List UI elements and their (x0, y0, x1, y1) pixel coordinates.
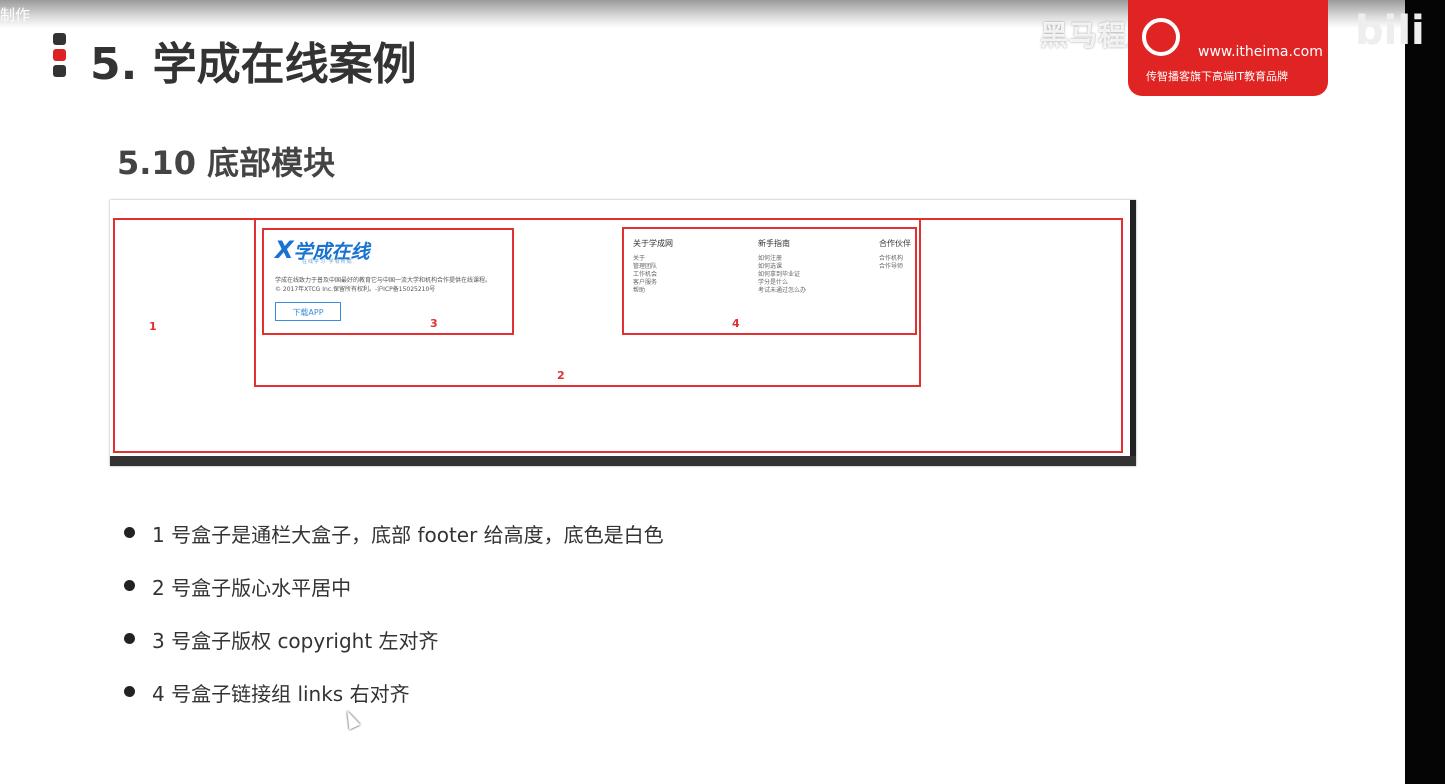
bullet-dot-icon (124, 633, 135, 644)
bullet-text: 1 号盒子是通栏大盒子，底部 footer 给高度，底色是白色 (152, 523, 664, 547)
download-app-button[interactable]: 下载APP (275, 302, 341, 321)
bullet-dot-icon (124, 580, 135, 591)
link-group-about: 关于学成网 关于 管理团队 工作机会 客户服务 帮助 (633, 238, 673, 295)
brand-badge: www.itheima.com 传智播客旗下高端IT教育品牌 (1128, 0, 1328, 96)
mockup-bottom-bar (110, 456, 1136, 466)
bullet-text: 4 号盒子链接组 links 右对齐 (152, 682, 410, 706)
box-2-number: 2 (557, 369, 565, 382)
link-group-heading: 新手指南 (758, 239, 790, 248)
link-item[interactable]: 学分是什么 (758, 279, 806, 287)
link-item[interactable]: 合作导师 (879, 263, 911, 271)
box-4-number: 4 (732, 317, 740, 330)
link-item[interactable]: 合作机构 (879, 255, 911, 263)
brand-site: www.itheima.com (1198, 44, 1323, 60)
right-black-strip (1405, 0, 1445, 784)
link-item[interactable]: 帮助 (633, 287, 673, 295)
mouse-cursor-icon (341, 708, 361, 730)
link-item[interactable]: 管理团队 (633, 263, 673, 271)
slide-subtitle: 5.10 底部模块 (117, 144, 336, 182)
link-item[interactable]: 如何注册 (758, 255, 806, 263)
bullet-text: 2 号盒子版心水平居中 (152, 576, 352, 600)
link-group-heading: 关于学成网 (633, 239, 673, 248)
bili-mark: bili (1355, 8, 1425, 54)
corner-label: 制作 (0, 6, 31, 24)
link-group-heading: 合作伙伴 (879, 239, 911, 248)
link-item[interactable]: 如何选课 (758, 263, 806, 271)
copyright-line-1: 学成在线致力于普及中国最好的教育它与中国一流大学和机构合作提供在线课程。 (275, 277, 492, 284)
link-item[interactable]: 如何拿到毕业证 (758, 271, 806, 279)
bullet-dot-icon (124, 527, 135, 538)
link-item[interactable]: 考试未通过怎么办 (758, 287, 806, 295)
mockup-scrollbar (1130, 200, 1136, 466)
link-item[interactable]: 关于 (633, 255, 673, 263)
logo-tagline: 在线学习·学有所成 (302, 259, 353, 265)
link-item[interactable]: 工作机会 (633, 271, 673, 279)
bullet-text: 3 号盒子版权 copyright 左对齐 (152, 629, 439, 653)
link-group-partners: 合作伙伴 合作机构 合作导师 (879, 238, 911, 271)
brand-slogan: 传智播客旗下高端IT教育品牌 (1146, 70, 1288, 83)
box-3-number: 3 (430, 317, 438, 330)
copyright-text: 学成在线致力于普及中国最好的教育它与中国一流大学和机构合作提供在线课程。 © 2… (275, 276, 510, 294)
brand-logo-icon (1142, 18, 1180, 56)
slide-title: 5. 学成在线案例 (90, 39, 417, 90)
copyright-line-2: © 2017年XTCG Inc.保留所有权利。-沪ICP备15025210号 (275, 286, 436, 293)
bullet-dot-icon (124, 686, 135, 697)
link-item[interactable]: 客户服务 (633, 279, 673, 287)
box-1-number: 1 (149, 320, 157, 333)
link-group-guide: 新手指南 如何注册 如何选课 如何拿到毕业证 学分是什么 考试未通过怎么办 (758, 238, 806, 295)
logo-x-icon: X (275, 236, 294, 264)
title-bullet-icon (53, 33, 67, 81)
